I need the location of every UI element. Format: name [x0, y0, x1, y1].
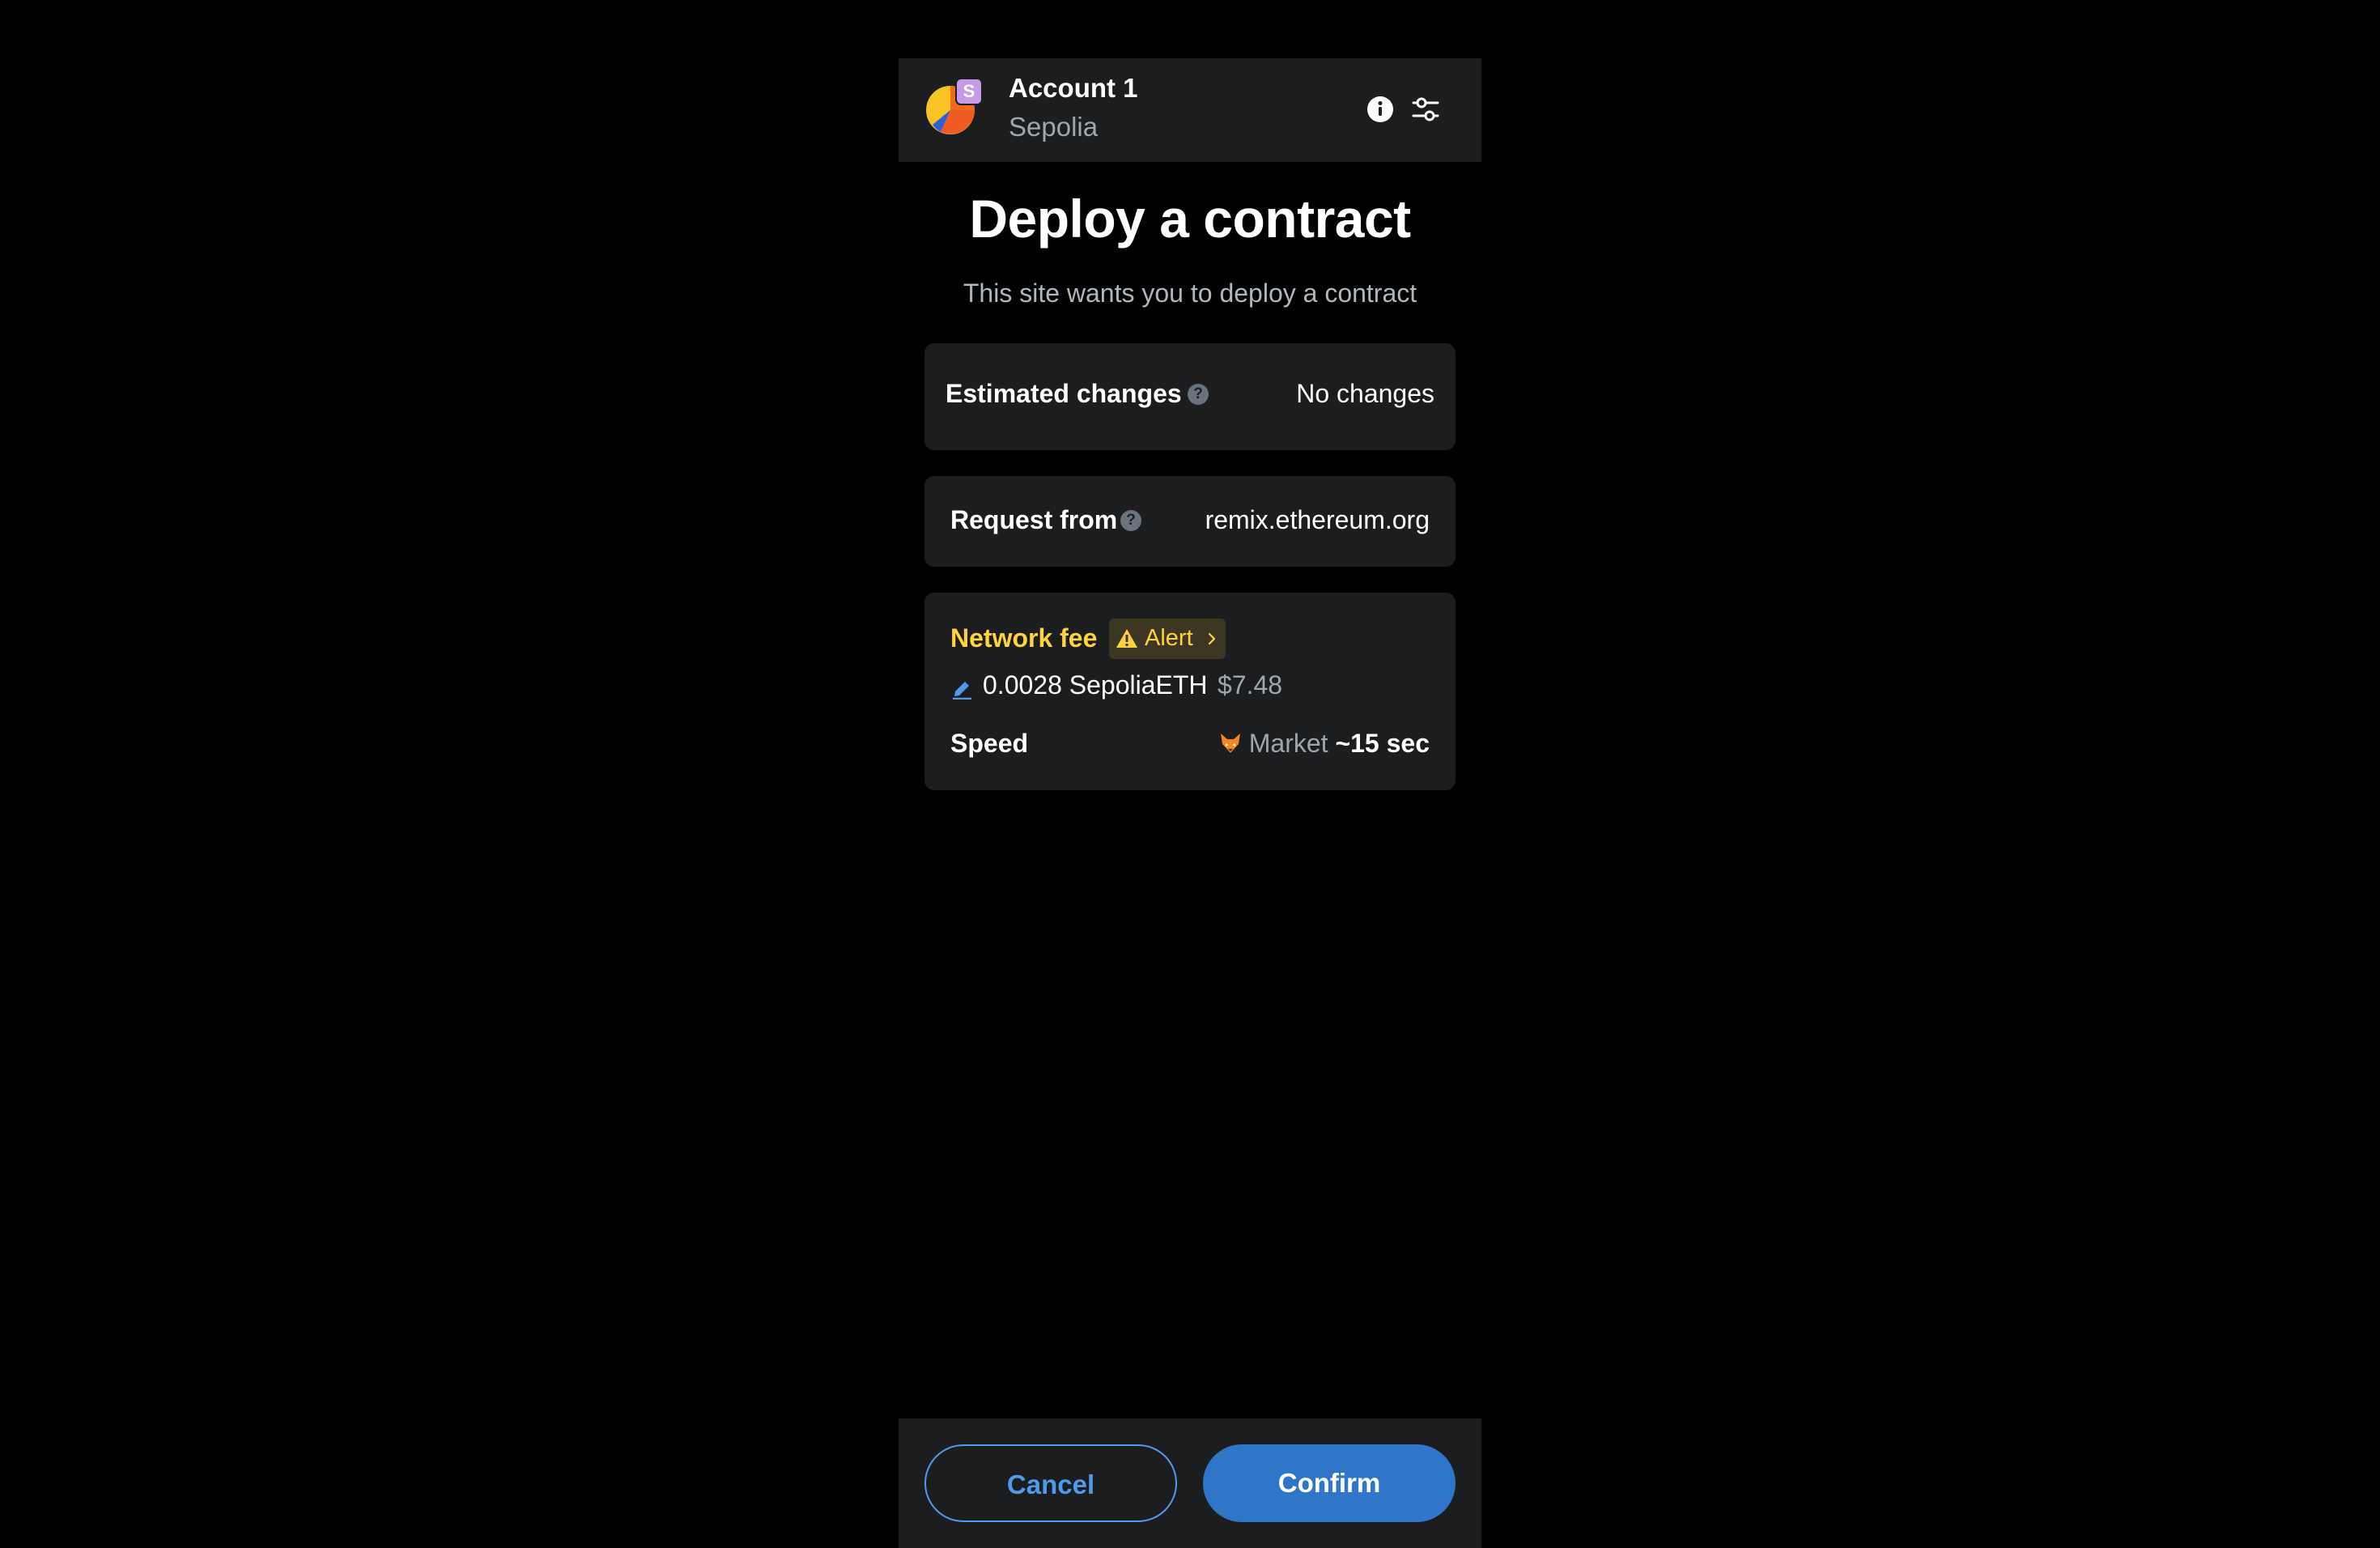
settings-sliders-icon[interactable] [1409, 92, 1443, 126]
speed-option: Market [1248, 729, 1328, 758]
warning-icon [1116, 629, 1137, 648]
alert-label: Alert [1145, 625, 1193, 651]
fox-icon [1220, 734, 1240, 753]
account-header: S Account 1 Sepolia [899, 58, 1481, 162]
network-fee-label: Network fee [950, 623, 1098, 653]
estimated-changes-card: Estimated changes ? No changes [924, 343, 1456, 450]
estimated-changes-help-icon[interactable]: ? [1188, 384, 1209, 405]
info-icon[interactable] [1363, 92, 1397, 126]
confirm-button[interactable]: Confirm [1203, 1444, 1456, 1522]
speed-time: ~15 sec [1335, 729, 1430, 758]
network-name: Sepolia [1009, 112, 1099, 142]
page-title: Deploy a contract [969, 189, 1411, 249]
account-name[interactable]: Account 1 [1009, 73, 1138, 104]
request-from-value: remix.ethereum.org [1205, 505, 1430, 534]
estimated-changes-label: Estimated changes [946, 379, 1182, 408]
network-fee-card: Network fee Alert 0.0028 SepoliaETH $7.4… [924, 593, 1456, 790]
estimated-changes-value: No changes [1296, 379, 1434, 408]
request-from-card: Request from ? remix.ethereum.org [924, 476, 1456, 567]
cancel-button[interactable]: Cancel [924, 1444, 1177, 1522]
fee-fiat: $7.48 [1218, 670, 1283, 700]
alert-pill[interactable]: Alert [1109, 619, 1226, 659]
fee-amount: 0.0028 SepoliaETH [983, 670, 1208, 700]
speed-value[interactable]: Market ~15 sec [1218, 729, 1430, 759]
speed-label: Speed [950, 729, 1029, 758]
network-badge-icon: S [955, 78, 983, 105]
chevron-right-icon [1208, 632, 1216, 645]
request-from-help-icon[interactable]: ? [1120, 510, 1141, 531]
request-from-label: Request from [950, 505, 1118, 534]
edit-pencil-icon[interactable] [950, 675, 973, 700]
confirmation-popup: S Account 1 Sepolia Deploy a contract Th… [899, 58, 1481, 1548]
page-subtitle: This site wants you to deploy a contract [963, 279, 1417, 308]
